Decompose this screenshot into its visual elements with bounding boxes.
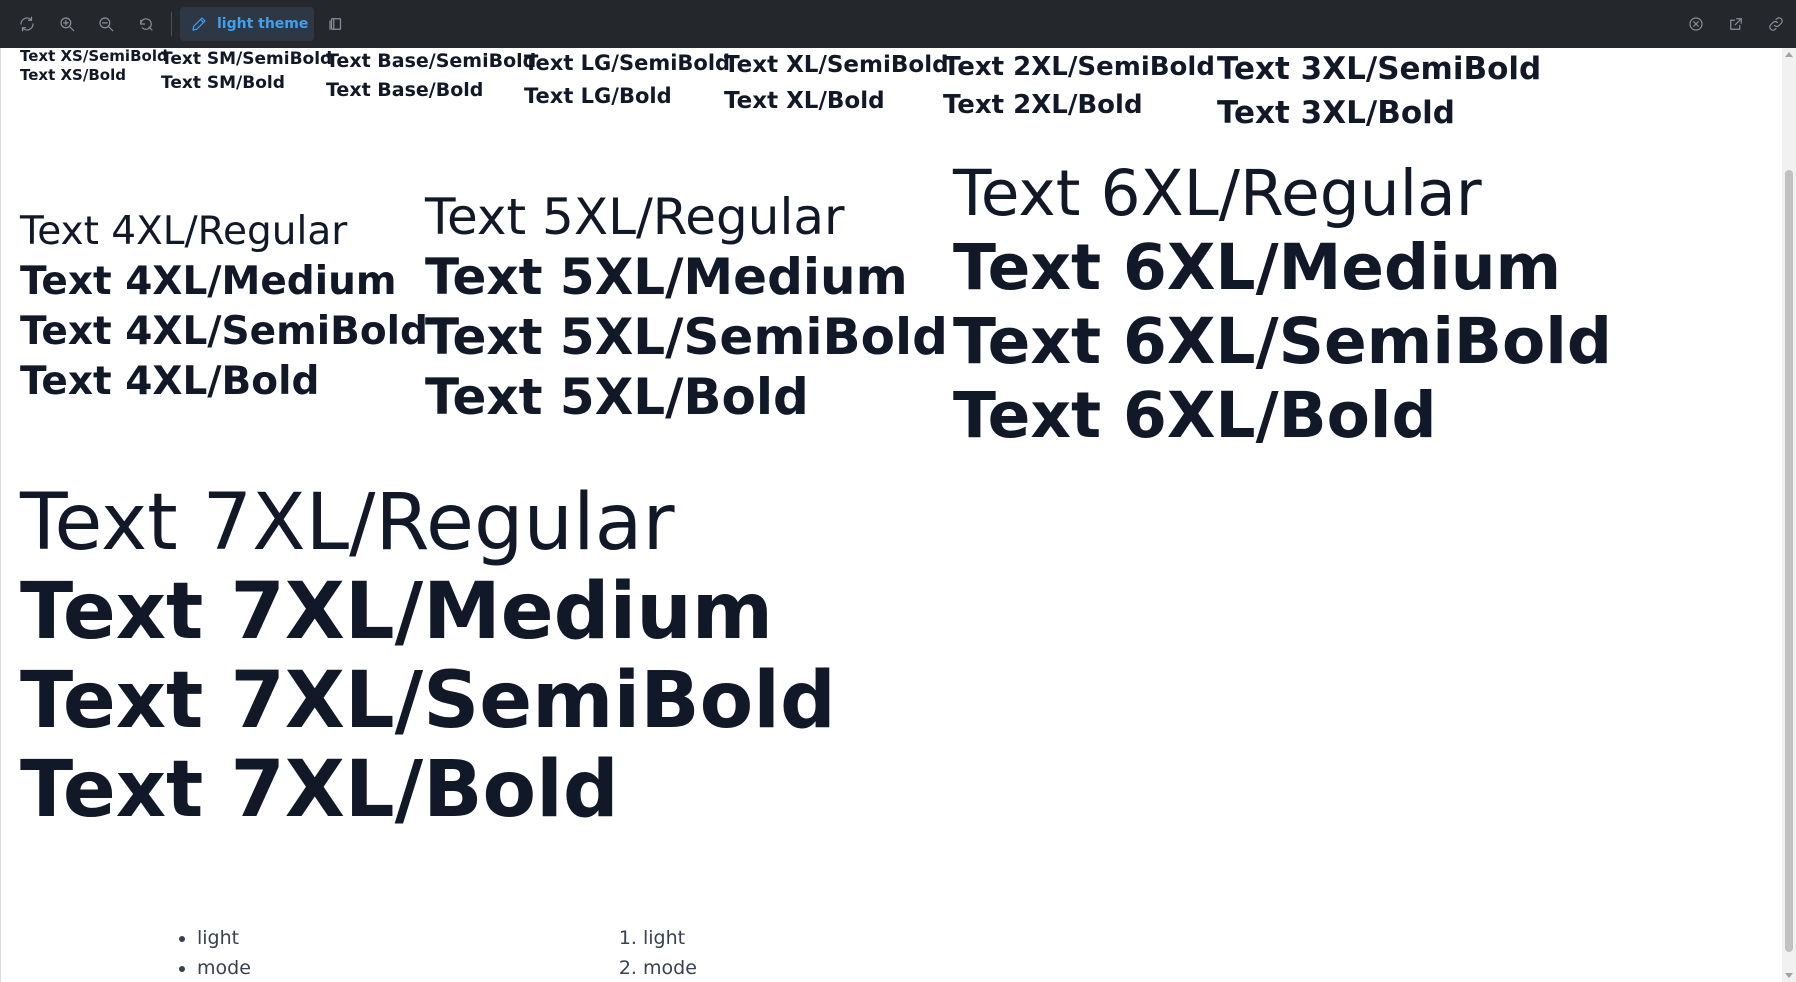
text-5xl-bold: Text 5XL/Bold bbox=[425, 368, 809, 426]
text-2xl-semibold: Text 2XL/SemiBold bbox=[943, 52, 1215, 82]
text-xl-semibold: Text XL/SemiBold bbox=[724, 52, 949, 78]
zoom-out-icon[interactable] bbox=[94, 12, 118, 36]
text-sm-semibold: Text SM/SemiBold bbox=[161, 49, 333, 69]
link-icon[interactable] bbox=[1764, 12, 1788, 36]
text-4xl-bold: Text 4XL/Bold bbox=[20, 359, 320, 404]
scroll-down-arrow-icon[interactable] bbox=[1785, 973, 1793, 978]
text-7xl-semibold: Text 7XL/SemiBold bbox=[20, 656, 836, 746]
toolbar: light theme bbox=[0, 0, 1796, 48]
text-lg-bold: Text LG/Bold bbox=[524, 84, 672, 108]
text-sm-bold: Text SM/Bold bbox=[161, 73, 285, 93]
text-xs-bold: Text XS/Bold bbox=[20, 66, 126, 84]
text-lg-semibold: Text LG/SemiBold bbox=[524, 51, 731, 75]
text-7xl-medium: Text 7XL/Medium bbox=[20, 567, 773, 657]
text-3xl-semibold: Text 3XL/SemiBold bbox=[1217, 51, 1542, 87]
theme-toggle-button[interactable]: light theme bbox=[180, 7, 314, 41]
list-item: light bbox=[643, 923, 717, 953]
unordered-list: light mode unordered bbox=[197, 923, 295, 982]
vertical-scrollbar[interactable] bbox=[1782, 48, 1796, 982]
pencil-icon bbox=[192, 17, 206, 31]
text-4xl-semibold: Text 4XL/SemiBold bbox=[20, 309, 428, 354]
text-5xl-semibold: Text 5XL/SemiBold bbox=[425, 308, 948, 366]
text-xl-bold: Text XL/Bold bbox=[724, 88, 885, 114]
text-5xl-regular: Text 5XL/Regular bbox=[425, 188, 845, 246]
zoom-in-icon[interactable] bbox=[55, 12, 79, 36]
text-xs-semibold: Text XS/SemiBold bbox=[20, 48, 168, 65]
list-item: mode bbox=[197, 953, 295, 982]
text-base-semibold: Text Base/SemiBold bbox=[326, 50, 537, 72]
panel-icon[interactable] bbox=[324, 12, 348, 36]
toolbar-divider bbox=[171, 12, 172, 36]
text-6xl-bold: Text 6XL/Bold bbox=[953, 379, 1437, 452]
scrollbar-thumb[interactable] bbox=[1785, 170, 1793, 952]
preview-canvas: Text XS/SemiBold Text XS/Bold Text SM/Se… bbox=[0, 48, 1783, 982]
text-2xl-bold: Text 2XL/Bold bbox=[943, 90, 1143, 120]
ordered-list: light mode ordered bbox=[643, 923, 717, 982]
theme-toggle-label: light theme bbox=[217, 16, 309, 32]
text-3xl-bold: Text 3XL/Bold bbox=[1217, 95, 1455, 131]
scroll-up-arrow-icon[interactable] bbox=[1785, 52, 1793, 57]
text-7xl-regular: Text 7XL/Regular bbox=[20, 478, 675, 568]
close-circle-icon[interactable] bbox=[1684, 12, 1708, 36]
list-item: mode bbox=[643, 953, 717, 982]
text-base-bold: Text Base/Bold bbox=[326, 79, 484, 101]
text-5xl-medium: Text 5XL/Medium bbox=[425, 248, 908, 306]
external-link-icon[interactable] bbox=[1724, 12, 1748, 36]
text-4xl-medium: Text 4XL/Medium bbox=[20, 259, 397, 304]
refresh-icon[interactable] bbox=[15, 12, 39, 36]
reset-zoom-icon[interactable] bbox=[134, 12, 158, 36]
text-6xl-medium: Text 6XL/Medium bbox=[953, 231, 1562, 304]
text-7xl-bold: Text 7XL/Bold bbox=[20, 745, 619, 835]
list-item: light bbox=[197, 923, 295, 953]
text-6xl-regular: Text 6XL/Regular bbox=[953, 157, 1482, 230]
text-6xl-semibold: Text 6XL/SemiBold bbox=[953, 305, 1612, 378]
text-4xl-regular: Text 4XL/Regular bbox=[20, 209, 348, 254]
